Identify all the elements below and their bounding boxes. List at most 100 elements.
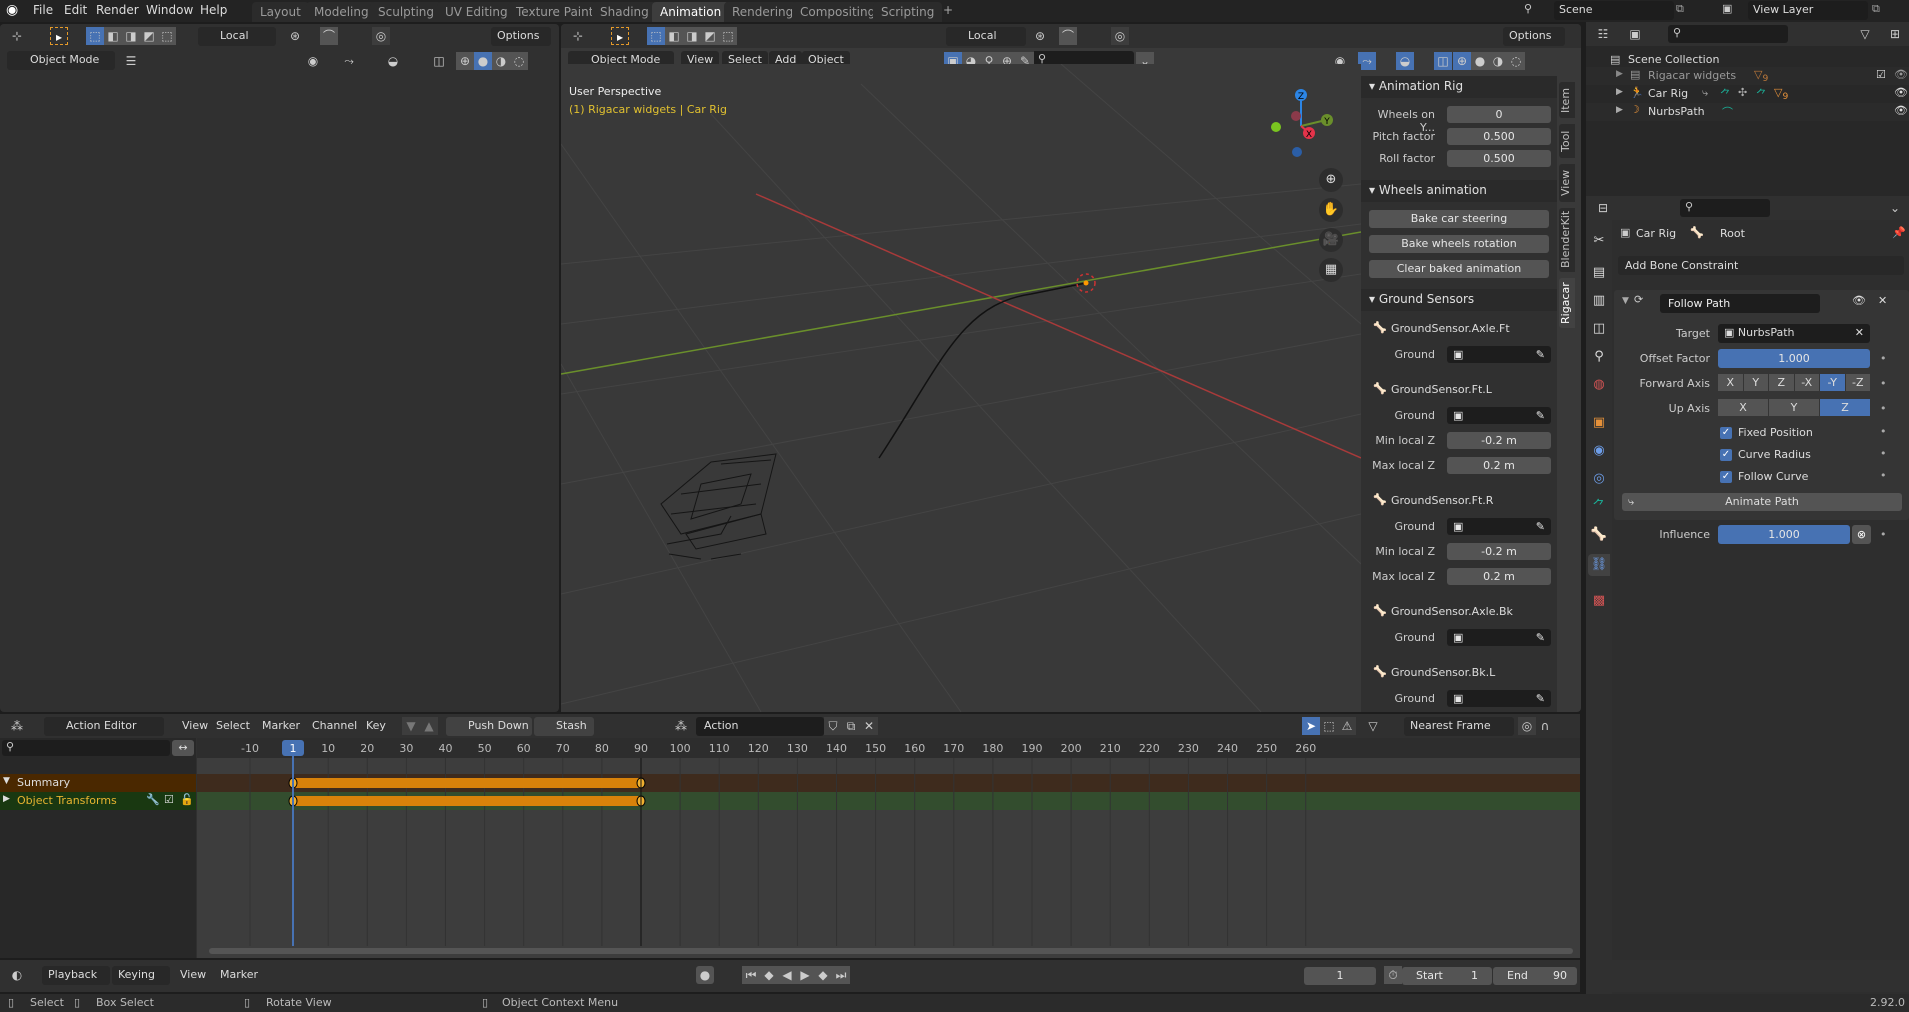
auto-keying-icon[interactable]: ●: [696, 966, 714, 984]
camera-view-icon[interactable]: 🎥: [1319, 228, 1343, 252]
menu-edit[interactable]: Edit: [64, 3, 87, 17]
playback-dropdown[interactable]: Playback: [42, 966, 110, 985]
new-view-layer-icon[interactable]: ⧉: [1872, 2, 1880, 16]
ground-object-field[interactable]: ▣ ✎: [1447, 690, 1551, 707]
keyframe-dot-icon[interactable]: •: [1880, 469, 1887, 482]
modifier-wrench-icon[interactable]: 🔧: [146, 793, 160, 806]
collapse-arrow-icon[interactable]: ▼: [1622, 296, 1629, 306]
menu-marker[interactable]: Marker: [214, 966, 264, 985]
view-layer-icon[interactable]: ▣: [1722, 2, 1732, 15]
forward-axis-option[interactable]: X: [1718, 374, 1743, 391]
options-dropdown[interactable]: Options: [491, 27, 551, 46]
gizmo-neg-x-icon[interactable]: [1291, 111, 1301, 121]
end-frame-field[interactable]: End 90: [1493, 967, 1577, 985]
eyedropper-icon[interactable]: ✎: [1536, 629, 1545, 646]
filter-icon[interactable]: ▽: [1856, 25, 1874, 43]
offset-factor-slider[interactable]: 1.000: [1718, 349, 1870, 368]
start-frame-field[interactable]: Start 1: [1402, 967, 1492, 985]
ground-object-field[interactable]: ▣ ✎: [1447, 407, 1551, 424]
expand-arrow-icon[interactable]: ▶: [1616, 69, 1623, 79]
zoom-view-icon[interactable]: ⊕: [1319, 168, 1343, 192]
up-axis-option[interactable]: X: [1718, 399, 1768, 416]
physics-properties-tab[interactable]: ◎: [1588, 468, 1610, 490]
influence-slider[interactable]: 1.000: [1718, 525, 1850, 544]
jump-start-icon[interactable]: ⏮: [742, 966, 760, 984]
options-dropdown[interactable]: Options: [1503, 27, 1565, 46]
select-tool-icon[interactable]: ▸: [50, 27, 68, 45]
bake-car-steering-button[interactable]: Bake car steering: [1369, 210, 1549, 228]
pivot-point-icon[interactable]: ⊛: [286, 27, 304, 45]
left-3d-view[interactable]: ⊹ ▸ ⬚ ◧ ◨ ◩ ⬚ Local ⊛ ⌒ ◎ Options Object…: [0, 24, 559, 712]
new-action-icon[interactable]: ⧉: [842, 717, 860, 735]
forward-axis-option[interactable]: Y: [1743, 374, 1768, 391]
keyframe-dot-icon[interactable]: •: [1880, 402, 1887, 415]
panel-wheels-animation-header[interactable]: ▾ Wheels animation: [1361, 180, 1557, 202]
menu-marker[interactable]: Marker: [256, 717, 306, 736]
menu-window[interactable]: Window: [146, 3, 193, 17]
select-extend-icon[interactable]: ◧: [665, 27, 683, 45]
delete-constraint-icon[interactable]: ✕: [1878, 294, 1887, 307]
scene-properties-tab[interactable]: ⚲: [1588, 346, 1610, 368]
npanel-tab-item[interactable]: Item: [1559, 82, 1575, 118]
ground-object-field[interactable]: ▣ ✎: [1447, 346, 1551, 363]
bake-wheels-rotation-button[interactable]: Bake wheels rotation: [1369, 235, 1549, 253]
npanel-tab-rigacar[interactable]: Rigacar: [1559, 278, 1575, 328]
forward-axis-option[interactable]: -Z: [1845, 374, 1870, 391]
roll-factor-field[interactable]: 0.500: [1447, 150, 1551, 167]
stash-button[interactable]: Stash: [534, 717, 594, 736]
select-extend-icon[interactable]: ◧: [104, 27, 122, 45]
play-icon[interactable]: ▶: [796, 966, 814, 984]
collapse-arrow-icon[interactable]: ▼: [3, 776, 10, 786]
fake-user-icon[interactable]: ⛉: [824, 717, 842, 735]
pitch-factor-field[interactable]: 0.500: [1447, 128, 1551, 145]
overlays-icon[interactable]: ◒: [1396, 52, 1414, 70]
transform-orientation-dropdown[interactable]: Local: [946, 27, 1026, 46]
select-new-icon[interactable]: ⬚: [86, 27, 104, 45]
menu-view[interactable]: View: [174, 966, 212, 985]
proportional-edit-icon[interactable]: ◎: [372, 27, 390, 45]
hamburger-menu-icon[interactable]: ☰: [122, 52, 140, 70]
world-properties-tab[interactable]: ◍: [1588, 374, 1610, 396]
shading-solid-icon[interactable]: ●: [474, 52, 492, 70]
menu-view[interactable]: View: [176, 717, 214, 736]
wheels-on-y-field[interactable]: 0: [1447, 106, 1551, 123]
jump-end-icon[interactable]: ⏭: [832, 966, 850, 984]
forward-axis-option[interactable]: Z: [1769, 374, 1794, 391]
lock-icon[interactable]: 🔓: [180, 793, 194, 806]
select-invert-icon[interactable]: ◩: [140, 27, 158, 45]
snap-mode-dropdown[interactable]: Nearest Frame: [1404, 717, 1514, 736]
tool-settings-icon[interactable]: ⊹: [569, 27, 587, 45]
car-rig-wireframe[interactable]: [660, 453, 777, 560]
dopesheet-mode-dropdown[interactable]: Action Editor: [44, 717, 164, 736]
proportional-edit-icon[interactable]: ◎: [1111, 27, 1129, 45]
select-intersect-icon[interactable]: ⬚: [158, 27, 176, 45]
min-local-z-field[interactable]: -0.2 m: [1447, 543, 1551, 560]
channel-search-input[interactable]: ⚲: [2, 740, 170, 756]
gizmo-neg-z-icon[interactable]: [1292, 147, 1302, 157]
menu-select[interactable]: Select: [210, 717, 256, 736]
keyframe-dot-icon[interactable]: •: [1880, 377, 1887, 390]
outliner-row[interactable]: ▶ 🏃 Car Rig ⤷ ⺈ ✣ ⺈ ▽9 👁: [1586, 85, 1909, 103]
prev-keyframe-icon[interactable]: ◆: [760, 966, 778, 984]
output-properties-tab[interactable]: ▥: [1588, 290, 1610, 312]
menu-help[interactable]: Help: [200, 3, 227, 17]
tab-modeling[interactable]: Modeling: [306, 2, 377, 22]
keyframe-dot-icon[interactable]: •: [1880, 447, 1887, 460]
tab-shading[interactable]: Shading: [592, 2, 657, 22]
options-chevron-icon[interactable]: ⌄: [1886, 199, 1904, 217]
ground-object-field[interactable]: ▣ ✎: [1447, 518, 1551, 535]
constraint-visibility-eye-icon[interactable]: 👁: [1852, 294, 1866, 307]
horizontal-scrollbar[interactable]: [209, 948, 1573, 954]
constraint-name-field[interactable]: Follow Path: [1660, 294, 1820, 313]
disable-keep-transform-icon[interactable]: ⊗: [1852, 525, 1871, 544]
transform-orientation-dropdown[interactable]: Local: [198, 27, 276, 46]
outliner-row[interactable]: ▶ ☽ NurbsPath ⌒ 👁: [1586, 103, 1909, 121]
curve-radius-checkbox[interactable]: ✓: [1720, 449, 1732, 461]
action-browse-icon[interactable]: ⁂: [672, 717, 690, 735]
navigation-gizmo[interactable]: Z Y X: [1266, 86, 1346, 166]
target-field[interactable]: ▣ NurbsPath ✕: [1718, 324, 1870, 343]
add-workspace-button[interactable]: +: [943, 3, 953, 17]
animate-path-button[interactable]: ⤷ Animate Path: [1622, 493, 1902, 511]
tab-texture-paint[interactable]: Texture Paint: [508, 2, 602, 22]
pin-icon[interactable]: 📌: [1892, 226, 1906, 239]
